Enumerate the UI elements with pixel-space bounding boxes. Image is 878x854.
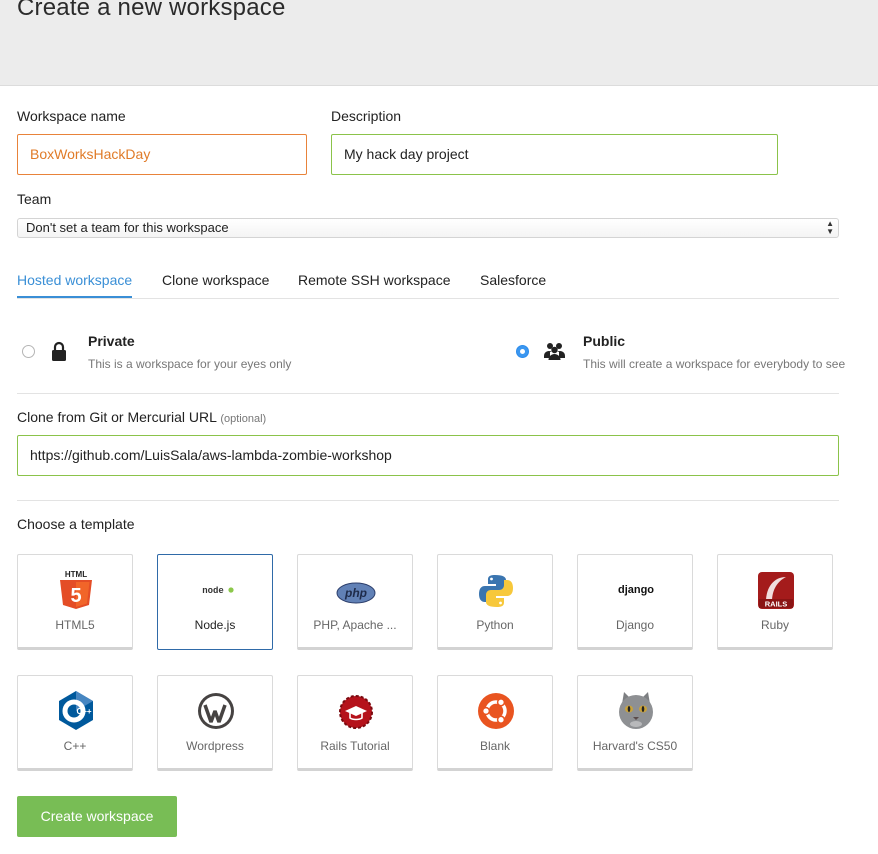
template-tile-html5[interactable]: HTML 5 HTML5 [17,554,133,650]
template-name: Node.js [194,618,236,632]
tab-salesforce[interactable]: Salesforce [480,272,546,296]
divider [17,500,839,501]
template-name: PHP, Apache ... [313,618,397,632]
template-name: Rails Tutorial [320,739,390,753]
clone-url-label-text: Clone from Git or Mercurial URL [17,409,217,425]
html5-icon-number: 5 [70,585,81,607]
tab-hosted-workspace[interactable]: Hosted workspace [17,272,133,298]
template-name: Blank [479,739,511,753]
team-select[interactable]: Don't set a team for this workspace ▲ ▼ [17,218,839,238]
template-tile-ruby[interactable]: RAILS Ruby [717,554,833,650]
team-label: Team [17,191,52,207]
public-title: Public [583,333,626,349]
tab-clone-workspace[interactable]: Clone workspace [162,272,269,296]
template-name: HTML5 [55,618,95,632]
html5-icon: HTML 5 [60,570,92,609]
php-icon-label: php [344,586,367,600]
divider [17,393,839,394]
select-arrows-icon: ▲ ▼ [826,219,834,236]
template-tile-python[interactable]: Python [437,554,553,650]
private-radio[interactable] [22,345,35,358]
template-name: Python [476,618,514,632]
cpp-icon: C++ [59,691,93,730]
ubuntu-icon [478,693,514,729]
html5-icon-label: HTML [65,570,87,579]
template-tile-cpp[interactable]: C++ C++ [17,675,133,771]
workspace-type-tabs: Hosted workspace Clone workspace Remote … [17,269,839,299]
description-input[interactable]: My hack day project [331,134,778,175]
private-description: This is a workspace for your eyes only [88,357,292,371]
rails-icon-label: RAILS [765,600,788,609]
django-icon-label: django [618,584,654,596]
template-tile-nodejs[interactable]: node Node.js [157,554,273,650]
python-icon [479,575,513,607]
template-tile-django[interactable]: django Django [577,554,693,650]
create-workspace-button[interactable]: Create workspace [17,796,177,837]
clone-url-label: Clone from Git or Mercurial URL (optiona… [17,409,266,425]
users-icon [544,343,565,360]
clone-url-input[interactable]: https://github.com/LuisSala/aws-lambda-z… [17,435,839,476]
page-title: Create a new workspace [17,0,286,21]
template-name: Harvard's CS50 [592,739,678,753]
template-tile-php-apache[interactable]: php PHP, Apache ... [297,554,413,650]
rails-tutorial-icon [339,695,373,729]
template-tile-harvard-cs50[interactable]: Harvard's CS50 [577,675,693,771]
public-radio[interactable] [516,345,529,358]
django-icon: django [618,584,654,596]
clone-url-optional: (optional) [220,413,267,425]
template-name: C++ [63,739,87,753]
lock-icon [52,341,66,361]
tab-remote-ssh-workspace[interactable]: Remote SSH workspace [298,272,451,296]
template-name: Ruby [760,618,789,632]
workspace-name-label: Workspace name [17,108,126,124]
team-select-value: Don't set a team for this workspace [26,220,229,235]
workspace-name-input[interactable]: BoxWorksHackDay [17,134,307,175]
public-description: This will create a workspace for everybo… [583,357,846,371]
php-icon: php [336,582,376,604]
private-title: Private [88,333,135,349]
ruby-rails-icon: RAILS [758,572,794,609]
wordpress-icon [198,693,234,729]
template-tile-rails-tutorial[interactable]: Rails Tutorial [297,675,413,771]
template-name: Django [615,618,655,632]
template-name: Wordpress [186,739,244,753]
nodejs-icon-label: node [202,586,224,596]
cat-icon [619,692,653,729]
choose-template-heading: Choose a template [17,516,135,532]
page-header: Create a new workspace [0,0,878,86]
template-tile-blank[interactable]: Blank [437,675,553,771]
nodejs-icon: node [202,586,234,596]
template-tile-wordpress[interactable]: Wordpress [157,675,273,771]
cpp-icon-label: C++ [76,707,91,716]
description-label: Description [331,108,402,124]
